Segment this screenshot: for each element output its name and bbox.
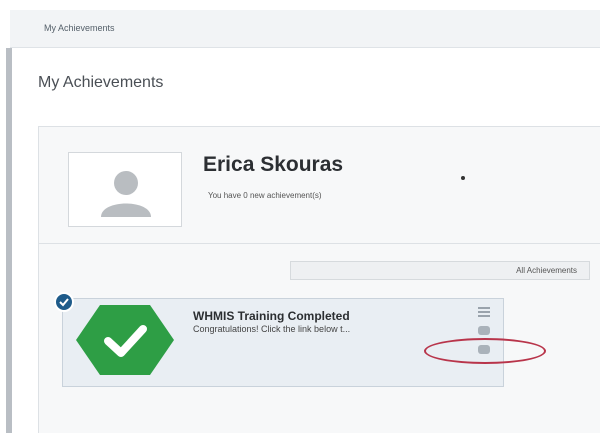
menu-icon[interactable]	[478, 307, 490, 317]
achievement-title: WHMIS Training Completed	[193, 309, 350, 323]
dot-mark	[461, 176, 465, 180]
page-title: My Achievements	[38, 74, 164, 91]
avatar	[68, 152, 182, 227]
filter-label: All Achievements	[516, 266, 577, 275]
left-rail	[6, 48, 12, 433]
achievement-count-text: You have 0 new achievement(s)	[208, 191, 322, 200]
view-icon[interactable]	[478, 326, 490, 335]
user-silhouette-icon	[101, 171, 151, 217]
checkmark-hexagon-icon	[76, 305, 174, 375]
breadcrumb-item-my-achievements[interactable]: My Achievements	[44, 23, 115, 33]
top-strip	[0, 0, 600, 10]
breadcrumb: My Achievements	[10, 10, 600, 48]
achievements-filter[interactable]: All Achievements	[290, 261, 590, 280]
user-name: Erica Skouras	[203, 153, 344, 176]
checked-circle-icon	[54, 292, 74, 312]
annotation-circle	[424, 338, 546, 364]
achievement-description: Congratulations! Click the link below t.…	[193, 324, 351, 334]
